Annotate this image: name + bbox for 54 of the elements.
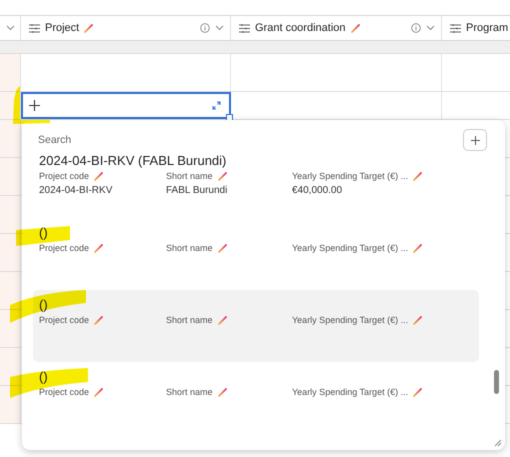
pencil-icon [94, 388, 104, 396]
field-type-icon [239, 24, 250, 32]
field-label: Yearly Spending Target (€) ... [292, 387, 408, 397]
pencil-icon [94, 172, 104, 180]
field-label: Yearly Spending Target (€) ... [292, 171, 408, 181]
pencil-icon [94, 244, 104, 252]
info-icon[interactable] [411, 23, 421, 33]
pencil-icon [218, 172, 227, 180]
active-cell[interactable] [21, 92, 231, 119]
resize-grip-icon[interactable] [494, 439, 502, 447]
field-label: Short name [166, 315, 213, 325]
field-value: FABL Burundi [166, 185, 228, 196]
field-label: Project code [39, 243, 90, 253]
pencil-icon [413, 172, 422, 180]
highlighter-mark [16, 226, 70, 246]
field-label: Short name [166, 243, 213, 253]
pencil-icon [94, 316, 104, 324]
plus-icon [470, 136, 480, 144]
highlighter-mark [13, 86, 50, 124]
pencil-icon [413, 316, 422, 324]
field-label: Yearly Spending Target (€) ... [292, 315, 408, 325]
pencil-icon [84, 24, 94, 32]
field-label: Short name [166, 387, 213, 397]
column-header[interactable]: Grant coordination [255, 22, 346, 34]
field-label: Yearly Spending Target (€) ... [292, 243, 408, 253]
field-label: Project code [39, 315, 90, 325]
field-label: Project code [39, 171, 90, 181]
plus-icon[interactable] [29, 100, 40, 111]
pencil-icon [218, 316, 227, 324]
pencil-icon [350, 24, 360, 32]
chevron-down-icon[interactable] [6, 25, 14, 31]
chevron-down-icon[interactable] [426, 25, 435, 31]
pencil-icon [413, 244, 422, 252]
record-title[interactable]: 2024-04-BI-RKV (FABL Burundi) [39, 153, 226, 169]
column-header[interactable]: Program [466, 22, 508, 34]
field-label: Project code [39, 387, 90, 397]
column-header[interactable]: Project [45, 22, 80, 34]
field-type-icon [29, 24, 40, 32]
record-title[interactable]: () [39, 369, 48, 385]
field-value: 2024-04-BI-RKV [39, 185, 114, 196]
record-title[interactable]: () [39, 297, 48, 313]
scrollbar-thumb[interactable] [494, 370, 499, 394]
field-label: Short name [166, 171, 213, 181]
record-title[interactable]: () [39, 225, 48, 241]
field-type-icon [450, 24, 461, 32]
chevron-down-icon[interactable] [215, 25, 224, 31]
pencil-icon [218, 388, 227, 396]
record-card[interactable]: () Project code Short name Yearly Spending Target (€) ... [33, 290, 479, 362]
pencil-icon [413, 388, 422, 396]
pencil-icon [218, 244, 227, 252]
expand-icon[interactable] [212, 101, 221, 110]
info-icon[interactable] [200, 23, 210, 33]
field-value: €40,000.00 [292, 185, 344, 196]
add-button[interactable] [463, 129, 487, 151]
